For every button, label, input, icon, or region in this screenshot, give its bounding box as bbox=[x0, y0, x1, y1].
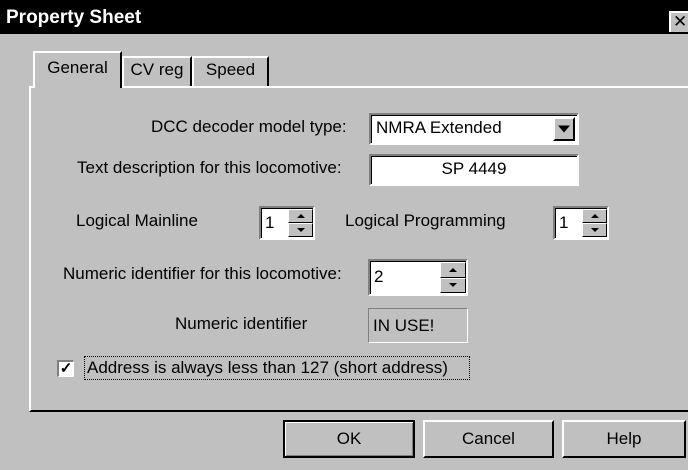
tab-speed[interactable]: Speed bbox=[192, 56, 269, 86]
short-address-label[interactable]: Address is always less than 127 (short a… bbox=[87, 358, 448, 378]
logical-programming-field[interactable]: 1 bbox=[553, 206, 609, 240]
numeric-status-label: Numeric identifier bbox=[175, 314, 308, 333]
spin-down-icon bbox=[296, 228, 305, 232]
tab-cv-reg-label: CV reg bbox=[130, 60, 184, 79]
description-label: Text description for this locomotive: bbox=[77, 158, 342, 177]
tab-join bbox=[35, 84, 120, 89]
numeric-id-value: 2 bbox=[374, 267, 384, 286]
logical-mainline-spin-up[interactable] bbox=[288, 209, 313, 223]
chevron-down-icon bbox=[558, 125, 570, 133]
short-address-checkbox[interactable]: ✓ bbox=[57, 360, 74, 377]
logical-programming-spin-up[interactable] bbox=[582, 209, 607, 223]
check-icon: ✓ bbox=[59, 360, 73, 377]
numeric-status-field: IN USE! bbox=[368, 308, 468, 343]
decoder-type-label: DCC decoder model type: bbox=[151, 117, 347, 136]
logical-programming-value: 1 bbox=[559, 213, 569, 232]
numeric-status-value: IN USE! bbox=[373, 316, 435, 335]
help-button-label: Help bbox=[606, 429, 642, 448]
logical-mainline-value: 1 bbox=[265, 213, 275, 232]
description-value: SP 4449 bbox=[441, 159, 507, 178]
property-sheet-window: Property Sheet ✕ General CV reg Speed DC… bbox=[0, 0, 688, 470]
numeric-id-spin-up[interactable] bbox=[440, 262, 466, 278]
numeric-id-spin-down[interactable] bbox=[440, 277, 466, 293]
numeric-id-spinner[interactable] bbox=[440, 262, 466, 293]
ok-button-label: OK bbox=[336, 429, 362, 448]
tab-general-label: General bbox=[47, 58, 108, 77]
spin-up-icon bbox=[296, 214, 305, 218]
tab-cv-reg[interactable]: CV reg bbox=[122, 56, 192, 86]
close-button[interactable]: ✕ bbox=[669, 11, 688, 32]
logical-programming-spin-down[interactable] bbox=[582, 223, 607, 237]
logical-mainline-spin-down[interactable] bbox=[288, 223, 313, 237]
spin-up-icon bbox=[449, 267, 457, 272]
logical-programming-spinner[interactable] bbox=[582, 209, 607, 237]
logical-mainline-label: Logical Mainline bbox=[76, 211, 198, 230]
spin-down-icon bbox=[590, 228, 599, 232]
close-icon: ✕ bbox=[673, 12, 688, 31]
numeric-id-field[interactable]: 2 bbox=[368, 259, 468, 296]
decoder-type-dropdown-button[interactable] bbox=[553, 117, 575, 141]
logical-mainline-spinner[interactable] bbox=[288, 209, 313, 237]
description-input[interactable]: SP 4449 bbox=[369, 154, 579, 186]
numeric-id-label: Numeric identifier for this locomotive: bbox=[63, 264, 342, 283]
spin-up-icon bbox=[590, 214, 599, 218]
tab-speed-label: Speed bbox=[205, 60, 256, 79]
decoder-type-select[interactable]: NMRA Extended bbox=[369, 113, 579, 145]
tab-general[interactable]: General bbox=[33, 51, 122, 88]
decoder-type-value: NMRA Extended bbox=[376, 118, 502, 137]
help-button[interactable]: Help bbox=[562, 420, 686, 458]
spin-down-icon bbox=[449, 283, 457, 288]
logical-mainline-field[interactable]: 1 bbox=[259, 206, 315, 240]
cancel-button-label: Cancel bbox=[462, 429, 515, 448]
logical-programming-label: Logical Programming bbox=[345, 211, 506, 230]
cancel-button[interactable]: Cancel bbox=[423, 420, 554, 458]
ok-button[interactable]: OK bbox=[283, 420, 415, 458]
window-title: Property Sheet bbox=[6, 7, 142, 28]
title-bar[interactable]: Property Sheet ✕ bbox=[0, 0, 688, 34]
